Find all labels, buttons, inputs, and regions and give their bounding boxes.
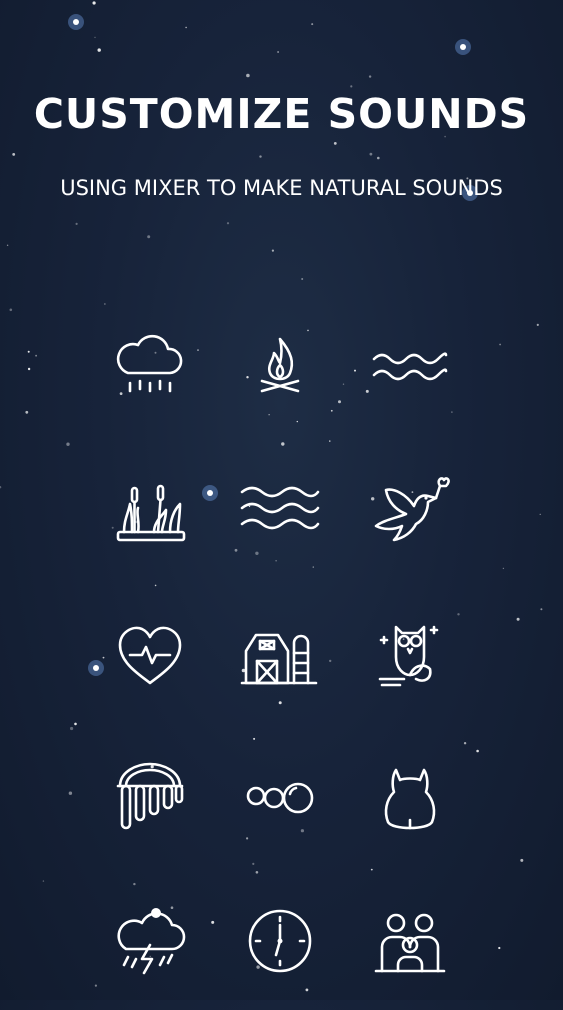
star <box>536 323 539 326</box>
rain-cloud-icon <box>116 334 183 392</box>
star <box>75 222 78 225</box>
wind-chimes-icon <box>116 762 184 829</box>
sound-tile-owl[interactable] <box>345 581 475 724</box>
star <box>9 308 13 312</box>
sound-tile-rain[interactable] <box>85 295 215 438</box>
sound-tile-campfire[interactable] <box>215 295 345 438</box>
crowd-people-icon <box>374 913 446 972</box>
sound-tile-dove[interactable] <box>345 438 475 581</box>
star <box>368 75 372 78</box>
star <box>520 858 524 862</box>
star <box>498 946 501 950</box>
cat-icon <box>384 768 436 829</box>
star <box>6 244 9 246</box>
star <box>25 410 29 414</box>
star <box>301 278 304 280</box>
ocean-waves-icon <box>372 351 448 380</box>
dove-bird-icon <box>374 476 450 541</box>
star <box>0 486 2 489</box>
bubbles-icon <box>246 782 314 813</box>
sound-tile-thunderstorm[interactable] <box>85 867 215 1010</box>
star <box>311 23 314 26</box>
owl-night-icon <box>378 625 439 686</box>
star <box>70 726 74 731</box>
wind-waves-icon <box>240 486 320 529</box>
star <box>540 608 543 611</box>
marsh-reeds-icon <box>116 484 186 541</box>
star <box>147 235 151 239</box>
star <box>12 153 16 156</box>
star <box>27 367 31 371</box>
bright-star <box>460 44 466 50</box>
star <box>94 36 96 39</box>
thunderstorm-icon <box>117 907 186 974</box>
star <box>35 354 37 357</box>
page-title: CUSTOMIZE SOUNDS <box>33 90 530 138</box>
star <box>185 26 187 29</box>
star <box>516 617 520 621</box>
star <box>369 152 373 156</box>
farm-barn-icon <box>240 633 318 684</box>
sound-tile-bubbles[interactable] <box>215 724 345 867</box>
star <box>350 85 353 88</box>
star <box>42 880 45 882</box>
star <box>66 442 70 446</box>
star <box>74 722 77 726</box>
sound-tile-cat[interactable] <box>345 724 475 867</box>
star <box>259 155 262 158</box>
star <box>226 222 230 225</box>
star <box>27 350 30 353</box>
star <box>97 48 101 52</box>
star <box>68 791 73 795</box>
heartbeat-icon <box>118 626 182 684</box>
sound-tile-clock[interactable] <box>215 867 345 1010</box>
bright-star <box>73 19 79 25</box>
campfire-icon <box>260 337 300 392</box>
star <box>502 567 505 570</box>
star <box>277 51 279 53</box>
sound-tile-chimes[interactable] <box>85 724 215 867</box>
clock-icon <box>248 909 312 972</box>
sound-grid <box>85 295 480 1010</box>
star <box>539 513 541 516</box>
sound-tile-ocean[interactable] <box>345 295 475 438</box>
sound-tile-farm[interactable] <box>215 581 345 724</box>
sound-tile-marsh[interactable] <box>85 438 215 581</box>
sound-tile-crowd[interactable] <box>345 867 475 1010</box>
star <box>333 142 337 145</box>
star <box>246 73 250 78</box>
sound-tile-heartbeat[interactable] <box>85 581 215 724</box>
page-subtitle: USING MIXER TO MAKE NATURAL SOUNDS <box>60 176 503 200</box>
sound-tile-wind-waves[interactable] <box>215 438 345 581</box>
star <box>271 249 274 252</box>
star <box>92 1 96 5</box>
star <box>499 343 501 346</box>
star <box>377 156 380 160</box>
